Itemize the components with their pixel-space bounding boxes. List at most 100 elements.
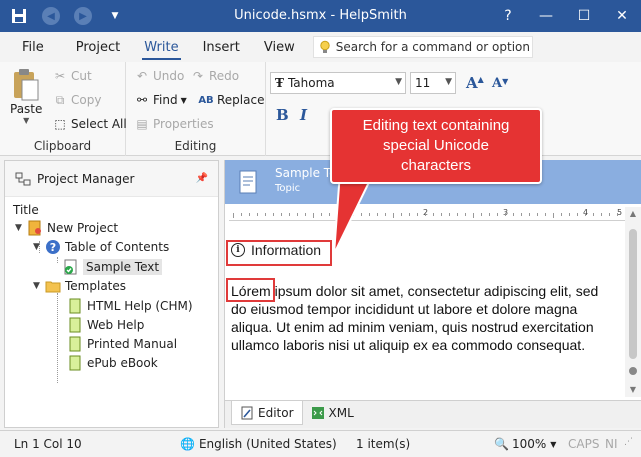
vertical-scrollbar[interactable]: ▲ ▼ bbox=[625, 207, 641, 397]
ruler-tick bbox=[497, 213, 498, 216]
scroll-up-icon[interactable]: ▲ bbox=[625, 207, 641, 221]
tab-insert[interactable]: Insert bbox=[191, 32, 252, 62]
annotation-callout: Editing text containing special Unicode … bbox=[330, 108, 542, 184]
collapse-icon[interactable]: ▼ bbox=[15, 223, 27, 233]
forward-icon[interactable]: ▶ bbox=[72, 5, 94, 27]
ruler-tick bbox=[473, 213, 474, 218]
lightbulb-icon bbox=[320, 40, 330, 53]
redo-button[interactable]: ↷ Redo bbox=[190, 68, 239, 84]
minimize-button[interactable]: — bbox=[527, 0, 565, 32]
help-circle-icon: ? bbox=[45, 239, 61, 255]
tab-write[interactable]: Write bbox=[132, 32, 190, 62]
maximize-button[interactable]: ☐ bbox=[565, 0, 603, 32]
cut-button[interactable]: ✂ Cut bbox=[52, 68, 92, 84]
customize-quick-access-icon[interactable]: ▼ bbox=[104, 5, 126, 27]
shrink-font-icon[interactable]: A▼ bbox=[492, 76, 508, 91]
ruler-tick bbox=[577, 213, 578, 216]
ruler-tick bbox=[537, 213, 538, 216]
ruler-tick bbox=[241, 213, 242, 216]
select-all-icon: ⬚ bbox=[54, 117, 66, 131]
topic-type: Topic bbox=[275, 183, 301, 194]
project-manager-panel: Project Manager 📌 Title ▼ New Project ▼ … bbox=[4, 160, 219, 428]
tree-node-label: ePub eBook bbox=[87, 356, 158, 370]
tab-file[interactable]: File bbox=[0, 32, 64, 62]
tree-node-project[interactable]: ▼ New Project bbox=[15, 219, 118, 237]
redo-label: Redo bbox=[209, 69, 240, 83]
replace-button[interactable]: AB Replace bbox=[198, 92, 264, 108]
ruler-tick bbox=[553, 213, 554, 218]
ruler-tick bbox=[457, 213, 458, 216]
ruler-tick bbox=[481, 213, 482, 216]
item-count: 1 item(s) bbox=[356, 437, 411, 451]
search-input[interactable]: Search for a command or option bbox=[312, 36, 533, 58]
tree-node-label: New Project bbox=[47, 221, 119, 235]
grow-font-icon[interactable]: A▲ bbox=[466, 74, 484, 92]
tree-node-templates[interactable]: ▼ Templates bbox=[33, 277, 126, 295]
italic-button[interactable]: I bbox=[300, 106, 307, 124]
font-name-select[interactable]: Ŧ Tahoma ▼ bbox=[270, 72, 406, 94]
ruler-tick bbox=[593, 213, 594, 216]
zoom-control[interactable]: 🔍 100% ▼ bbox=[494, 437, 556, 451]
ruler-tick bbox=[289, 213, 290, 216]
tab-view[interactable]: View bbox=[252, 32, 307, 62]
ribbon: Paste ▼ ✂ Cut ⧉ Copy ⬚ Select All Clipboard… bbox=[0, 62, 641, 156]
clipboard-group: Paste ▼ ✂ Cut ⧉ Copy ⬚ Select All Clipboard bbox=[0, 62, 127, 156]
tree-node-label: Table of Contents bbox=[65, 240, 170, 254]
template-page-icon bbox=[67, 336, 83, 352]
language-indicator[interactable]: 🌐 English (United States) bbox=[180, 437, 337, 451]
folder-icon bbox=[45, 278, 61, 294]
ruler-tick bbox=[529, 213, 530, 216]
collapse-icon[interactable]: ▼ bbox=[33, 242, 45, 252]
save-icon[interactable] bbox=[8, 5, 30, 27]
ruler-tick bbox=[385, 213, 386, 216]
tree-node-template[interactable]: Printed Manual bbox=[67, 335, 177, 353]
globe-icon: 🌐 bbox=[180, 437, 195, 451]
tree-node-template[interactable]: HTML Help (CHM) bbox=[67, 297, 193, 315]
ruler-tick bbox=[561, 213, 562, 216]
truetype-font-icon: Ŧ bbox=[275, 76, 284, 90]
ruler-tick bbox=[449, 213, 450, 216]
tab-xml[interactable]: XML bbox=[303, 401, 362, 425]
close-button[interactable]: ✕ bbox=[603, 0, 641, 32]
copy-label: Copy bbox=[71, 93, 102, 107]
tab-editor[interactable]: Editor bbox=[231, 401, 303, 425]
select-all-button[interactable]: ⬚ Select All bbox=[52, 116, 126, 132]
bold-button[interactable]: B bbox=[276, 106, 289, 124]
binoculars-icon: ⚯ bbox=[136, 93, 148, 107]
ruler[interactable]: 1 2 3 4 5 bbox=[229, 207, 625, 221]
scroll-down-icon[interactable]: ▼ bbox=[625, 383, 641, 397]
cursor-position: Ln 1 Col 10 bbox=[14, 437, 82, 451]
tree-node-template[interactable]: ePub eBook bbox=[67, 354, 158, 372]
svg-text:?: ? bbox=[50, 241, 56, 254]
editing-group-label: Editing bbox=[174, 139, 217, 153]
ruler-tick bbox=[249, 213, 250, 216]
editing-group: ↶ Undo ↷ Redo ⚯ Find ▼ AB Replace ▤ Properties… bbox=[126, 62, 266, 156]
chevron-down-icon: ▼ bbox=[550, 439, 557, 449]
back-icon[interactable]: ◀ bbox=[40, 5, 62, 27]
tree-node-sample-text[interactable]: Sample Text bbox=[63, 258, 163, 276]
tab-project[interactable]: Project bbox=[64, 32, 132, 62]
ruler-tick bbox=[313, 213, 314, 218]
tree-node-toc[interactable]: ▼ ? Table of Contents bbox=[33, 238, 169, 256]
properties-button[interactable]: ▤ Properties bbox=[134, 116, 213, 132]
scroll-thumb[interactable] bbox=[629, 229, 637, 359]
copy-button[interactable]: ⧉ Copy bbox=[52, 92, 102, 108]
properties-icon: ▤ bbox=[136, 117, 148, 131]
tree-node-template[interactable]: Web Help bbox=[67, 316, 144, 334]
font-size-select[interactable]: 11 ▼ bbox=[410, 72, 456, 94]
resize-grip-icon[interactable]: ⋰ bbox=[624, 437, 633, 447]
pin-icon[interactable]: 📌 bbox=[196, 173, 208, 184]
num-indicator: NI bbox=[605, 437, 618, 451]
topic-editor: Sample Text Topic 1 2 3 4 5 i Informatio… bbox=[224, 160, 641, 428]
ruler-tick bbox=[569, 213, 570, 216]
find-button[interactable]: ⚯ Find ▼ bbox=[134, 92, 187, 108]
chevron-down-icon: ▼ bbox=[445, 77, 452, 87]
template-page-icon bbox=[67, 355, 83, 371]
callout-line: Editing text containing bbox=[362, 117, 510, 134]
undo-button[interactable]: ↶ Undo bbox=[134, 68, 184, 84]
help-button[interactable]: ? bbox=[489, 0, 527, 32]
undo-icon: ↶ bbox=[136, 69, 148, 83]
paste-button[interactable]: Paste ▼ bbox=[10, 68, 42, 125]
tree-node-label: Web Help bbox=[87, 318, 145, 332]
collapse-icon[interactable]: ▼ bbox=[33, 281, 45, 291]
